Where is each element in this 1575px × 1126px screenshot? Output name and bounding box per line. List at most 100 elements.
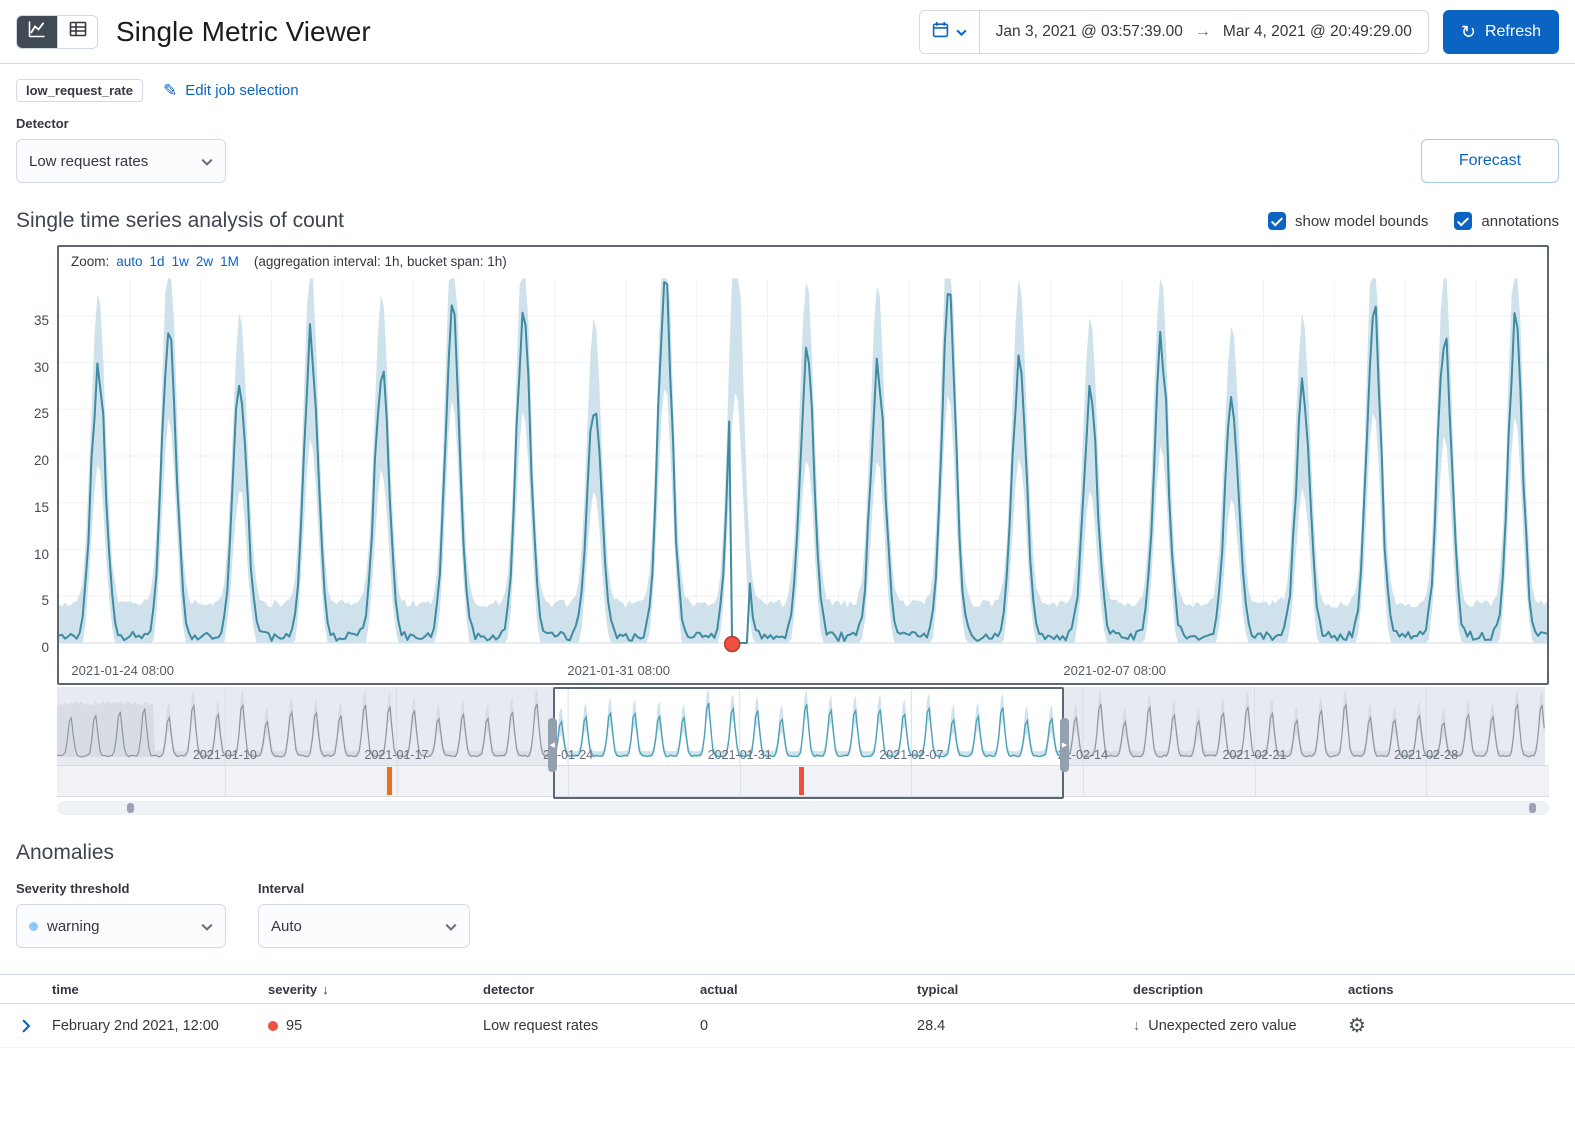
week-gridline — [225, 766, 226, 796]
cell-actions: ⚙ — [1340, 1013, 1575, 1038]
col-actions: actions — [1340, 982, 1575, 997]
zoom-auto-link[interactable]: auto — [116, 254, 142, 269]
cell-typical: 28.4 — [909, 1018, 1125, 1034]
selection-brush[interactable]: ◀ ▶ — [553, 687, 1064, 799]
col-actual[interactable]: actual — [692, 982, 909, 997]
week-gridline — [1083, 766, 1084, 796]
detector-label: Detector — [16, 116, 226, 131]
refresh-button[interactable]: ↻ Refresh — [1443, 10, 1559, 54]
view-toggle-group — [16, 15, 98, 49]
scrollbar-left-thumb[interactable] — [127, 803, 134, 813]
detector-select[interactable]: Low request rates — [16, 139, 226, 183]
cell-severity: 95 — [260, 1018, 475, 1034]
week-gridline — [1255, 766, 1256, 796]
main-chart-box: Zoom: auto 1d 1w 2w 1M (aggregation inte… — [57, 245, 1549, 685]
job-selection-row: low_request_rate ✎ Edit job selection — [0, 64, 1575, 106]
y-tick-label: 5 — [11, 593, 49, 608]
detector-selected-value: Low request rates — [29, 153, 148, 170]
warning-severity-dot — [29, 922, 38, 931]
brush-left-handle[interactable]: ◀ — [548, 718, 557, 772]
page-header: Single Metric Viewer Jan 3, 2021 @ 03:57… — [0, 0, 1575, 64]
show-model-bounds-checkbox[interactable]: show model bounds — [1268, 212, 1428, 230]
week-gridline — [397, 766, 398, 796]
y-tick-label: 20 — [11, 453, 49, 468]
critical-severity-dot — [268, 1021, 278, 1031]
zoom-1M-link[interactable]: 1M — [220, 254, 239, 269]
series-title: Single time series analysis of count — [16, 209, 344, 233]
page-title: Single Metric Viewer — [116, 16, 371, 48]
week-gridline — [1426, 766, 1427, 796]
annotations-label: annotations — [1481, 213, 1559, 230]
chevron-down-icon — [956, 23, 967, 41]
col-typical[interactable]: typical — [909, 982, 1125, 997]
edit-job-label: Edit job selection — [185, 82, 298, 99]
y-tick-label: 15 — [11, 500, 49, 515]
time-series-chart[interactable] — [59, 271, 1547, 657]
down-arrow-icon: ↓ — [1133, 1018, 1140, 1034]
start-date[interactable]: Jan 3, 2021 @ 03:57:39.00 — [996, 23, 1183, 41]
severity-selected-value: warning — [47, 918, 100, 935]
chevron-down-icon — [445, 918, 457, 935]
interval-select[interactable]: Auto — [258, 904, 470, 948]
col-description[interactable]: description — [1125, 982, 1340, 997]
anomalies-controls: Severity threshold warning Interval Auto — [0, 865, 1575, 948]
handle-left-arrow-icon: ◀ — [549, 741, 554, 749]
scrollbar-right-thumb[interactable] — [1529, 803, 1536, 813]
table-header-row: time severity↓ detector actual typical d… — [0, 974, 1575, 1004]
cell-description: ↓ Unexpected zero value — [1125, 1018, 1340, 1034]
interval-selected-value: Auto — [271, 918, 302, 935]
anomalies-title: Anomalies — [16, 841, 1559, 865]
checkbox-checked-icon — [1454, 212, 1472, 230]
anomaly-tick-major[interactable] — [387, 767, 392, 795]
brush-right-handle[interactable]: ▶ — [1060, 718, 1069, 772]
sort-desc-icon: ↓ — [322, 982, 329, 997]
severity-threshold-select[interactable]: warning — [16, 904, 226, 948]
show-model-bounds-label: show model bounds — [1295, 213, 1428, 230]
y-tick-label: 10 — [11, 547, 49, 562]
annotations-checkbox[interactable]: annotations — [1454, 212, 1559, 230]
chart-region: 05101520253035 Zoom: auto 1d 1w 2w 1M (a… — [57, 245, 1549, 685]
zoom-2w-link[interactable]: 2w — [196, 254, 213, 269]
y-tick-label: 25 — [11, 406, 49, 421]
x-tick-label: 2021-01-31 08:00 — [567, 663, 670, 678]
detector-block: Detector Low request rates Forecast — [0, 106, 1575, 183]
chevron-down-icon — [201, 153, 213, 170]
col-time[interactable]: time — [44, 982, 260, 997]
cell-actual: 0 — [692, 1018, 909, 1034]
table-icon — [69, 20, 87, 43]
forecast-button[interactable]: Forecast — [1421, 139, 1559, 183]
zoom-1d-link[interactable]: 1d — [150, 254, 165, 269]
chevron-down-icon — [201, 918, 213, 935]
date-range-picker: Jan 3, 2021 @ 03:57:39.00 → Mar 4, 2021 … — [919, 10, 1429, 54]
chart-view-button[interactable] — [17, 16, 57, 48]
context-chart: 2021-01-102021-01-1721-01-242021-01-3120… — [57, 687, 1549, 815]
zoom-label: Zoom: — [71, 254, 109, 269]
edit-job-selection-link[interactable]: ✎ Edit job selection — [163, 81, 299, 101]
cell-detector: Low request rates — [475, 1018, 692, 1034]
zoom-1w-link[interactable]: 1w — [172, 254, 189, 269]
y-tick-label: 35 — [11, 313, 49, 328]
y-tick-label: 30 — [11, 360, 49, 375]
col-severity[interactable]: severity↓ — [260, 982, 475, 997]
row-expander-button[interactable] — [0, 1019, 44, 1033]
context-scrollbar[interactable] — [57, 801, 1549, 815]
refresh-label: Refresh — [1485, 23, 1541, 41]
gear-icon[interactable]: ⚙ — [1348, 1015, 1366, 1037]
pencil-icon: ✎ — [163, 81, 177, 101]
checkbox-checked-icon — [1268, 212, 1286, 230]
quick-select-button[interactable] — [920, 11, 980, 53]
end-date[interactable]: Mar 4, 2021 @ 20:49:29.00 — [1223, 23, 1412, 41]
calendar-icon — [932, 21, 949, 43]
date-range-values: Jan 3, 2021 @ 03:57:39.00 → Mar 4, 2021 … — [980, 11, 1428, 53]
table-view-button[interactable] — [57, 16, 97, 48]
zoom-row: Zoom: auto 1d 1w 2w 1M (aggregation inte… — [59, 247, 1547, 271]
x-tick-label: 2021-01-24 08:00 — [71, 663, 174, 678]
x-axis-labels: 2021-01-24 08:002021-01-31 08:002021-02-… — [59, 657, 1547, 683]
table-row[interactable]: February 2nd 2021, 12:00 95 Low request … — [0, 1004, 1575, 1048]
job-badge[interactable]: low_request_rate — [16, 79, 143, 102]
aggregation-note: (aggregation interval: 1h, bucket span: … — [254, 254, 507, 269]
col-detector[interactable]: detector — [475, 982, 692, 997]
anomaly-marker[interactable] — [725, 637, 740, 652]
chart-line-icon — [28, 20, 46, 43]
chart-options: show model bounds annotations — [1268, 212, 1559, 230]
